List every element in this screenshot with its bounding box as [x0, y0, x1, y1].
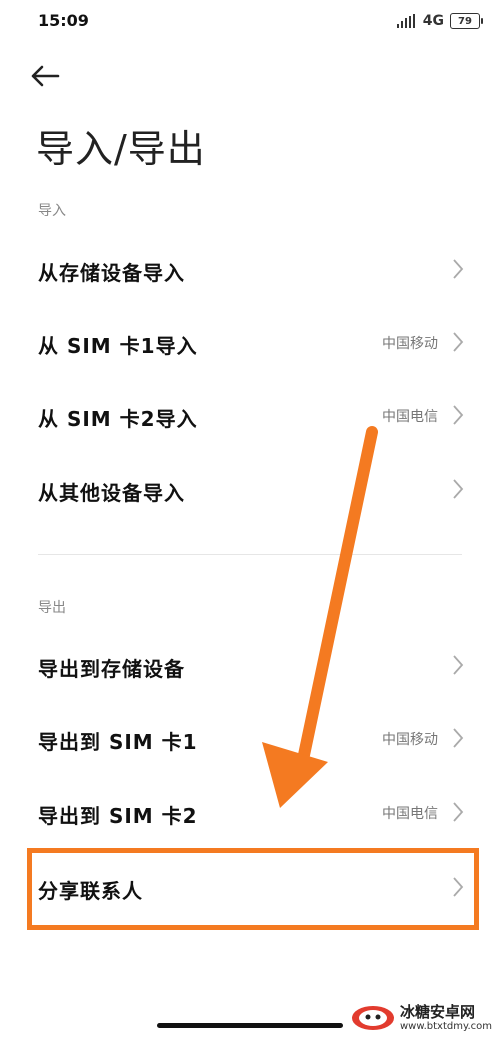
- list-item-import-sim2[interactable]: 从 SIM 卡2导入 中国电信: [0, 379, 500, 453]
- battery-icon: 79: [450, 13, 483, 29]
- carrier-label: 中国电信: [382, 806, 438, 822]
- status-bar: 15:09 4G 79: [0, 0, 500, 40]
- list-item-label: 从存储设备导入: [38, 261, 185, 285]
- list-item-label: 导出到 SIM 卡1: [38, 730, 198, 754]
- list-item-import-sim1[interactable]: 从 SIM 卡1导入 中国移动: [0, 306, 500, 380]
- section-header-export: 导出: [38, 600, 66, 616]
- watermark-name: 冰糖安卓网: [399, 1003, 475, 1022]
- status-time: 15:09: [38, 11, 89, 30]
- chevron-right-icon: [453, 655, 464, 675]
- list-item-label: 从 SIM 卡2导入: [38, 407, 198, 431]
- section-header-import: 导入: [38, 203, 66, 219]
- list-item-label: 导出到存储设备: [38, 657, 185, 681]
- chevron-right-icon: [453, 728, 464, 748]
- section-divider: [38, 554, 462, 555]
- battery-level: 79: [458, 15, 472, 27]
- chevron-right-icon: [453, 405, 464, 425]
- carrier-label: 中国电信: [382, 409, 438, 425]
- page-title: 导入/导出: [36, 127, 206, 171]
- network-type: 4G: [422, 13, 444, 29]
- chevron-right-icon: [453, 802, 464, 822]
- home-indicator[interactable]: [157, 1023, 343, 1028]
- list-item-import-other-device[interactable]: 从其他设备导入: [0, 453, 500, 527]
- watermark-logo-icon: [351, 1006, 394, 1030]
- carrier-label: 中国移动: [382, 336, 438, 352]
- list-item-label: 从其他设备导入: [38, 481, 185, 505]
- back-button[interactable]: [30, 58, 74, 94]
- chevron-right-icon: [453, 332, 464, 352]
- list-item-export-sim2[interactable]: 导出到 SIM 卡2 中国电信: [0, 776, 500, 850]
- list-item-import-storage[interactable]: 从存储设备导入: [0, 233, 500, 307]
- chevron-right-icon: [453, 259, 464, 279]
- list-item-export-sim1[interactable]: 导出到 SIM 卡1 中国移动: [0, 702, 500, 776]
- list-item-label: 从 SIM 卡1导入: [38, 334, 198, 358]
- status-icons: 4G 79: [396, 11, 483, 31]
- carrier-label: 中国移动: [382, 732, 438, 748]
- signal-icon: [396, 14, 415, 28]
- watermark-url: www.btxtdmy.com: [399, 1020, 492, 1032]
- list-item-label: 导出到 SIM 卡2: [38, 804, 198, 828]
- watermark: 冰糖安卓网 www.btxtdmy.com: [350, 1003, 492, 1033]
- chevron-right-icon: [453, 479, 464, 499]
- list-item-export-storage[interactable]: 导出到存储设备: [0, 629, 500, 703]
- highlight-box: [27, 848, 479, 930]
- arrow-left-icon: [31, 65, 60, 87]
